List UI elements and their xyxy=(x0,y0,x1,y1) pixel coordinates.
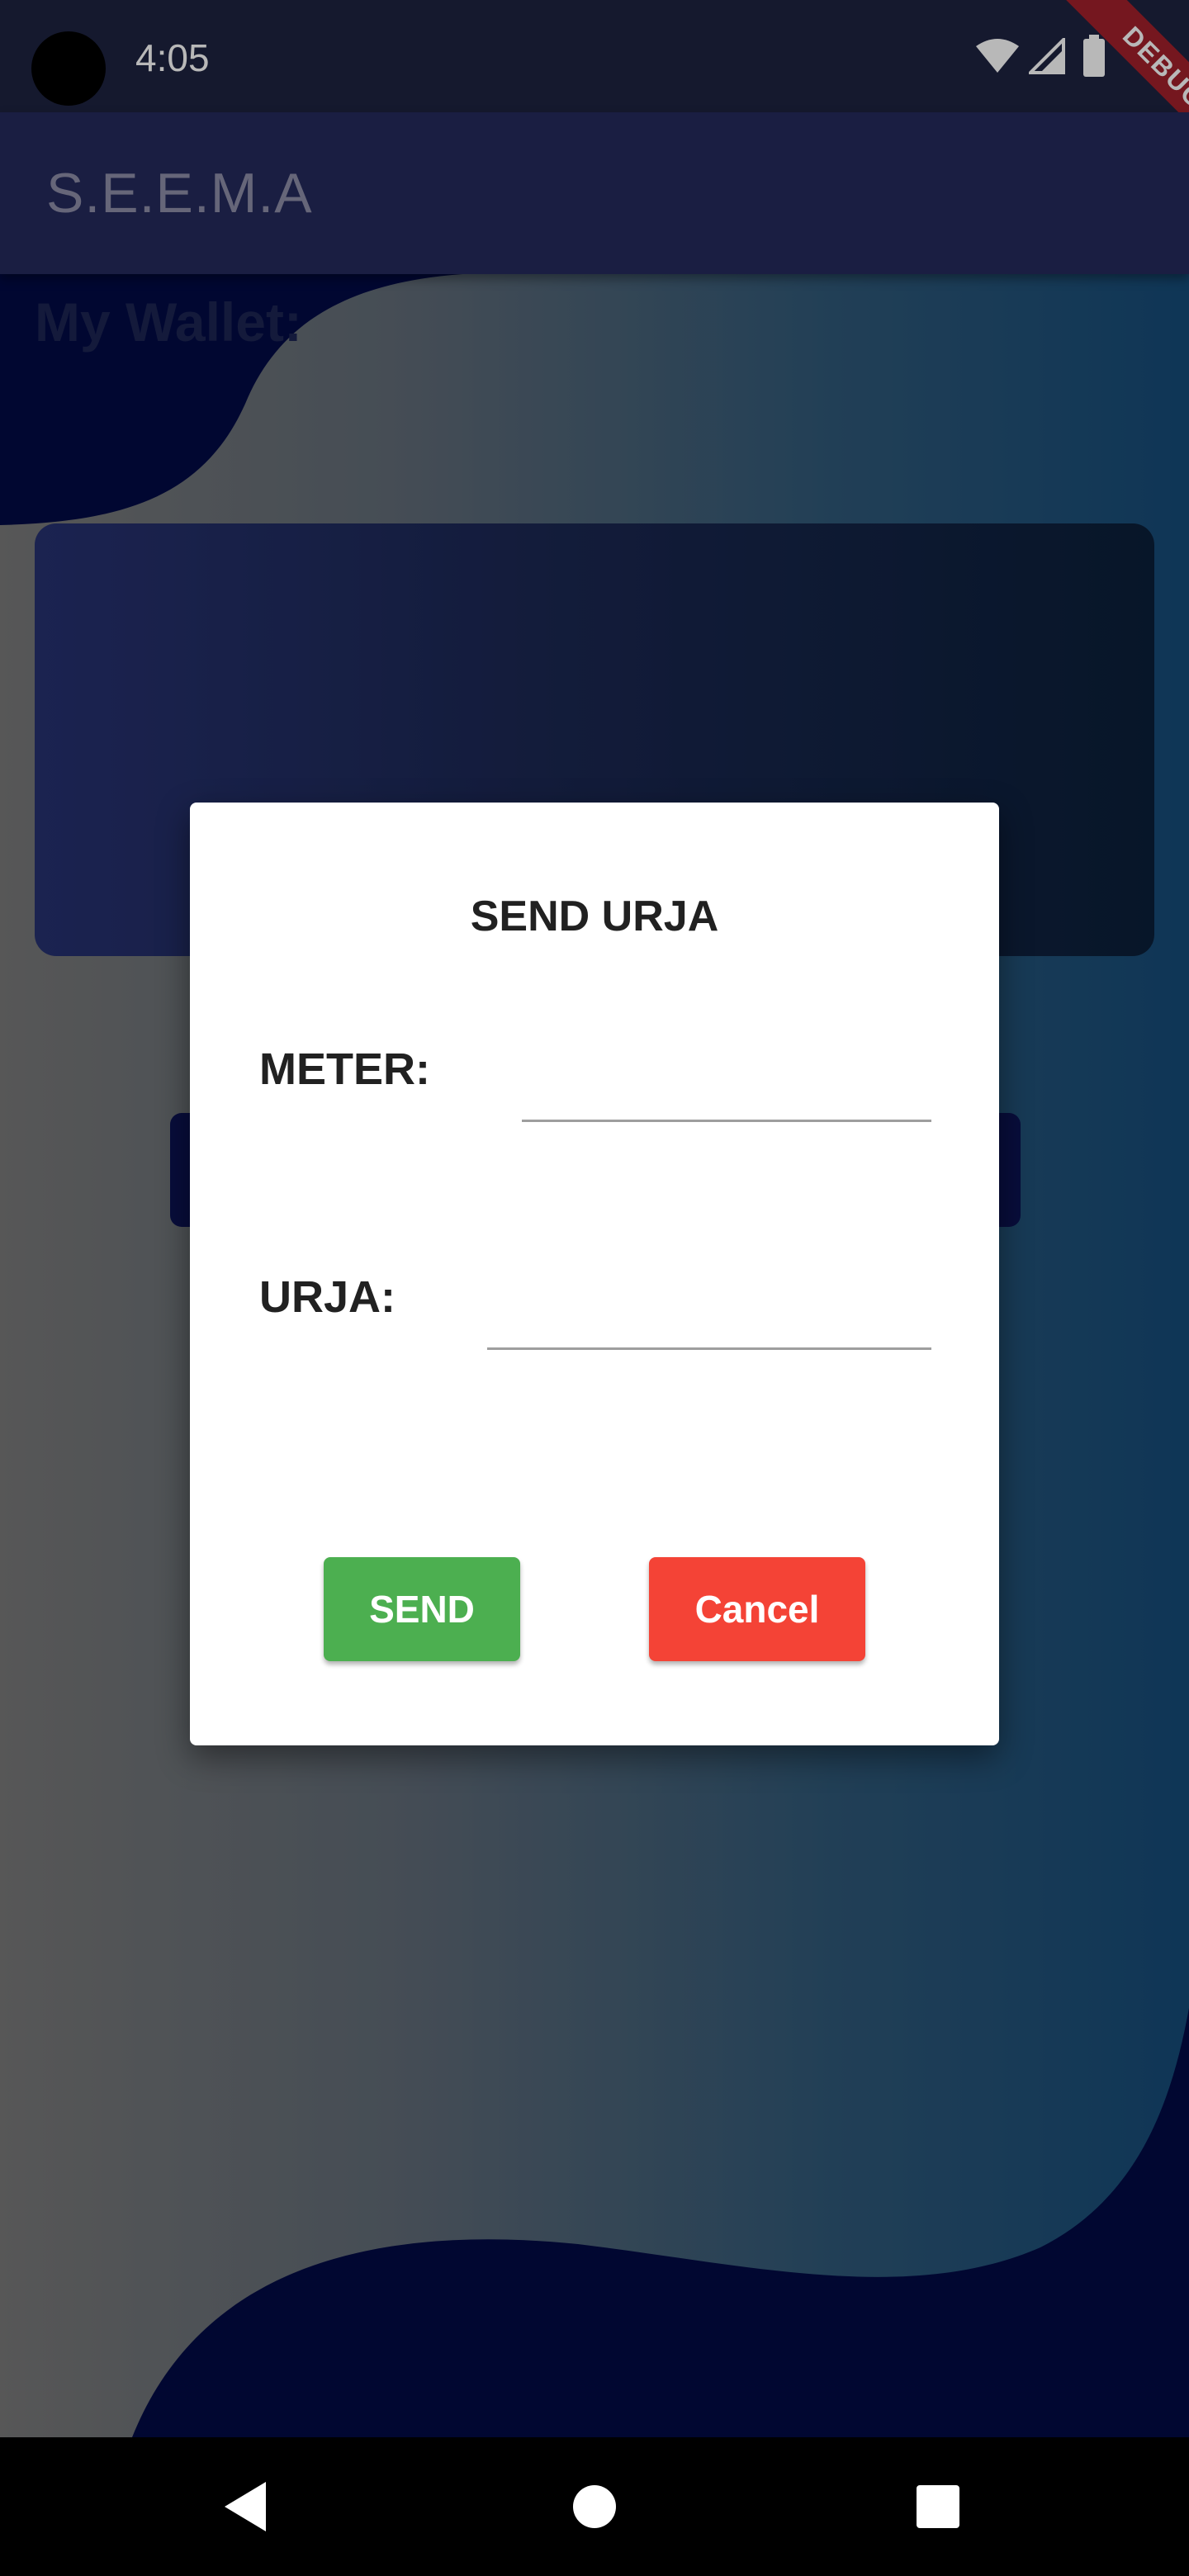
recents-icon[interactable] xyxy=(917,2485,959,2528)
screen: 4:05 DEBUG S.E.E.M.A My Wallet: SEND URJ… xyxy=(0,0,1189,2576)
navigation-bar xyxy=(0,2437,1189,2576)
send-urja-dialog: SEND URJA METER: URJA: SEND Cancel xyxy=(190,803,999,1745)
send-button[interactable]: SEND xyxy=(324,1557,520,1661)
home-icon[interactable] xyxy=(573,2485,616,2528)
cancel-button[interactable]: Cancel xyxy=(649,1557,865,1661)
meter-input[interactable] xyxy=(522,1042,931,1122)
urja-label: URJA: xyxy=(259,1272,396,1322)
urja-input[interactable] xyxy=(487,1270,931,1350)
back-icon[interactable] xyxy=(221,2480,268,2533)
dialog-title: SEND URJA xyxy=(470,893,719,940)
meter-label: METER: xyxy=(259,1044,430,1094)
